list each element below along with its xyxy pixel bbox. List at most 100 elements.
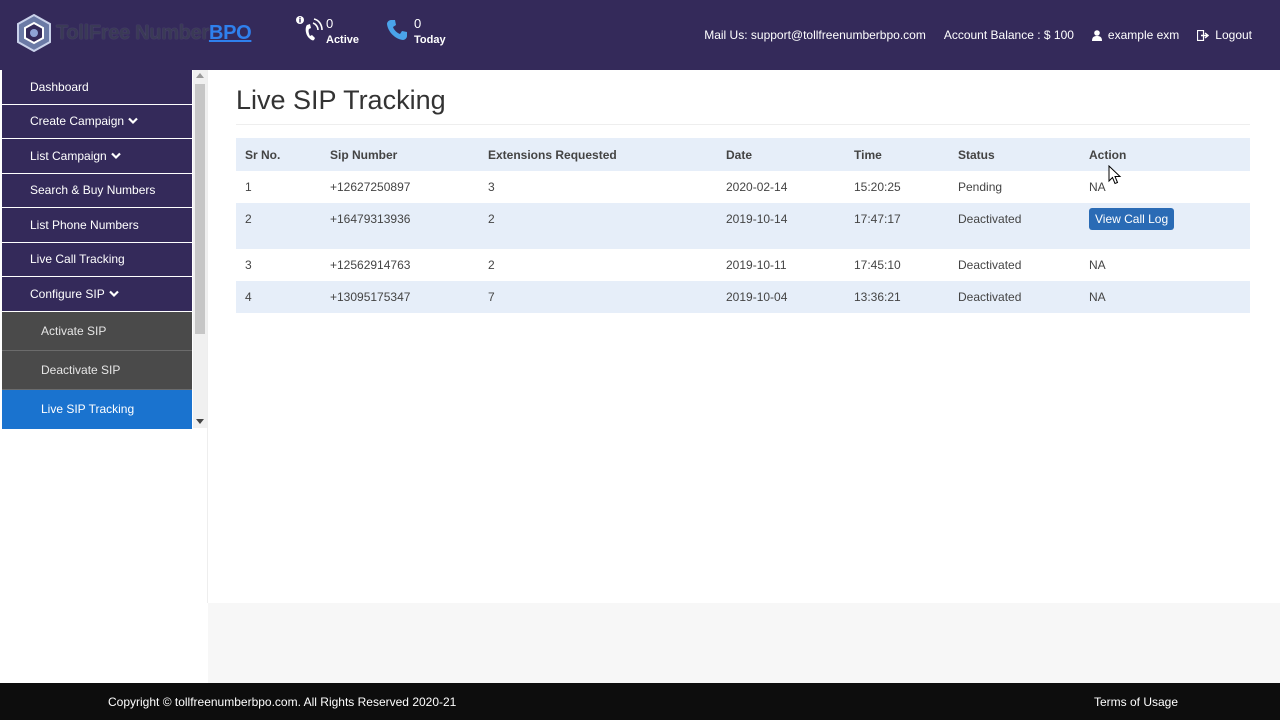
cell-action: NA <box>1080 281 1250 313</box>
sidebar-item-configure-sip[interactable]: Configure SIP <box>2 277 192 312</box>
phone-icon <box>380 14 414 46</box>
phone-ringing-icon <box>292 14 326 46</box>
col-header-extensions: Extensions Requested <box>479 138 717 171</box>
cell-action: NA <box>1080 249 1250 281</box>
user-name: example exm <box>1107 28 1180 42</box>
logout-icon <box>1197 29 1210 41</box>
table-row: 3 +12562914763 2 2019-10-11 17:45:10 Dea… <box>236 249 1250 281</box>
sidebar-item-list-phone-numbers[interactable]: List Phone Numbers <box>2 208 192 243</box>
sidebar: Dashboard Create Campaign List Campaign … <box>2 70 192 429</box>
sidebar-item-label: Search & Buy Numbers <box>30 183 156 198</box>
cell-time: 13:36:21 <box>845 281 949 313</box>
sidebar-item-list-campaign[interactable]: List Campaign <box>2 139 192 174</box>
cell-extensions: 2 <box>479 249 717 281</box>
sidebar-item-label: Create Campaign <box>30 114 125 129</box>
user-icon <box>1091 29 1102 41</box>
brand-name-bpo: BPO <box>208 21 252 44</box>
sidebar-subitem-label: Deactivate SIP <box>41 362 121 377</box>
sidebar-item-search-buy-numbers[interactable]: Search & Buy Numbers <box>2 173 192 208</box>
cell-sip-number: +12627250897 <box>321 171 479 203</box>
cell-time: 17:47:17 <box>845 203 949 249</box>
logout-label: Logout <box>1215 28 1252 42</box>
cell-time: 15:20:25 <box>845 171 949 203</box>
cell-action: NA <box>1080 171 1250 203</box>
scroll-up-arrow-icon[interactable] <box>196 73 204 78</box>
table-header-row: Sr No. Sip Number Extensions Requested D… <box>236 138 1250 171</box>
view-call-log-button[interactable]: View Call Log <box>1089 208 1175 230</box>
top-header: TollFree NumberBPO 0 Active 0 Today Mail… <box>0 0 1280 70</box>
today-calls-count: 0 <box>414 16 422 31</box>
sip-tracking-table: Sr No. Sip Number Extensions Requested D… <box>236 138 1250 313</box>
sidebar-item-dashboard[interactable]: Dashboard <box>2 70 192 105</box>
cell-sr-no: 3 <box>236 249 321 281</box>
col-header-time: Time <box>845 138 949 171</box>
cell-extensions: 7 <box>479 281 717 313</box>
sidebar-subitem-label: Live SIP Tracking <box>41 402 135 416</box>
col-header-sip-number: Sip Number <box>321 138 479 171</box>
cell-sr-no: 4 <box>236 281 321 313</box>
header-info: Mail Us: support@tollfreenumberbpo.com A… <box>686 28 1252 42</box>
sidebar-item-label: List Phone Numbers <box>30 217 139 232</box>
table-row: 1 +12627250897 3 2020-02-14 15:20:25 Pen… <box>236 171 1250 203</box>
cell-status: Pending <box>949 171 1080 203</box>
content-bottom-area <box>208 603 1280 683</box>
sidebar-item-create-campaign[interactable]: Create Campaign <box>2 104 192 139</box>
mouse-cursor-icon <box>1108 165 1122 185</box>
scrollbar-thumb[interactable] <box>195 84 205 334</box>
cell-time: 17:45:10 <box>845 249 949 281</box>
page-title: Live SIP Tracking <box>236 85 446 115</box>
brand-name-main: TollFree Number <box>56 21 209 44</box>
chevron-down-icon <box>128 117 138 125</box>
cell-status: Deactivated <box>949 203 1080 249</box>
user-menu[interactable]: example exm <box>1091 28 1180 42</box>
active-calls-count: 0 <box>326 16 334 31</box>
table-row: 4 +13095175347 7 2019-10-04 13:36:21 Dea… <box>236 281 1250 313</box>
cell-date: 2020-02-14 <box>717 171 845 203</box>
sidebar-item-live-call-tracking[interactable]: Live Call Tracking <box>2 242 192 277</box>
active-calls-stat: 0 Active <box>292 14 359 46</box>
cell-status: Deactivated <box>949 281 1080 313</box>
sidebar-subitem-deactivate-sip[interactable]: Deactivate SIP <box>2 350 192 390</box>
sidebar-divider <box>207 70 208 603</box>
hexagon-logo-icon <box>17 14 51 52</box>
sidebar-scrollbar[interactable] <box>193 70 207 428</box>
cell-sip-number: +16479313936 <box>321 203 479 249</box>
sidebar-subitem-live-sip-tracking[interactable]: Live SIP Tracking <box>2 389 192 429</box>
sidebar-item-label: Live Call Tracking <box>30 252 125 267</box>
logout-link[interactable]: Logout <box>1197 28 1252 42</box>
scroll-down-arrow-icon[interactable] <box>196 419 204 424</box>
account-balance: Account Balance : $ 100 <box>943 28 1074 42</box>
col-header-date: Date <box>717 138 845 171</box>
terms-of-usage-link[interactable]: Terms of Usage <box>1094 695 1178 709</box>
chevron-down-icon <box>108 290 119 297</box>
cell-date: 2019-10-04 <box>717 281 845 313</box>
sidebar-item-label: Configure SIP <box>30 286 105 301</box>
cell-status: Deactivated <box>949 249 1080 281</box>
cell-sr-no: 2 <box>236 203 321 249</box>
cell-sip-number: +12562914763 <box>321 249 479 281</box>
sidebar-item-label: Dashboard <box>30 79 89 94</box>
cell-date: 2019-10-11 <box>717 249 845 281</box>
cell-date: 2019-10-14 <box>717 203 845 249</box>
col-header-status: Status <box>949 138 1080 171</box>
support-email[interactable]: Mail Us: support@tollfreenumberbpo.com <box>704 28 926 42</box>
page-footer: Copyright © tollfreenumberbpo.com. All R… <box>0 683 1280 720</box>
brand-name: TollFree NumberBPO <box>56 21 252 45</box>
title-divider <box>236 124 1250 125</box>
sidebar-item-label: List Campaign <box>30 148 107 163</box>
sidebar-subitem-label: Activate SIP <box>41 323 107 338</box>
today-calls-label: Today <box>414 34 446 46</box>
brand-logo[interactable]: TollFree NumberBPO <box>16 14 252 52</box>
table-row: 2 +16479313936 2 2019-10-14 17:47:17 Dea… <box>236 203 1250 249</box>
sidebar-subitem-activate-sip[interactable]: Activate SIP <box>2 311 192 351</box>
cell-extensions: 3 <box>479 171 717 203</box>
cell-sip-number: +13095175347 <box>321 281 479 313</box>
copyright-text: Copyright © tollfreenumberbpo.com. All R… <box>108 695 457 709</box>
col-header-sr-no: Sr No. <box>236 138 321 171</box>
chevron-down-icon <box>110 152 121 159</box>
cell-sr-no: 1 <box>236 171 321 203</box>
cell-action: View Call Log <box>1080 203 1250 249</box>
active-calls-label: Active <box>326 34 360 46</box>
today-calls-stat: 0 Today <box>380 14 446 46</box>
cell-extensions: 2 <box>479 203 717 249</box>
